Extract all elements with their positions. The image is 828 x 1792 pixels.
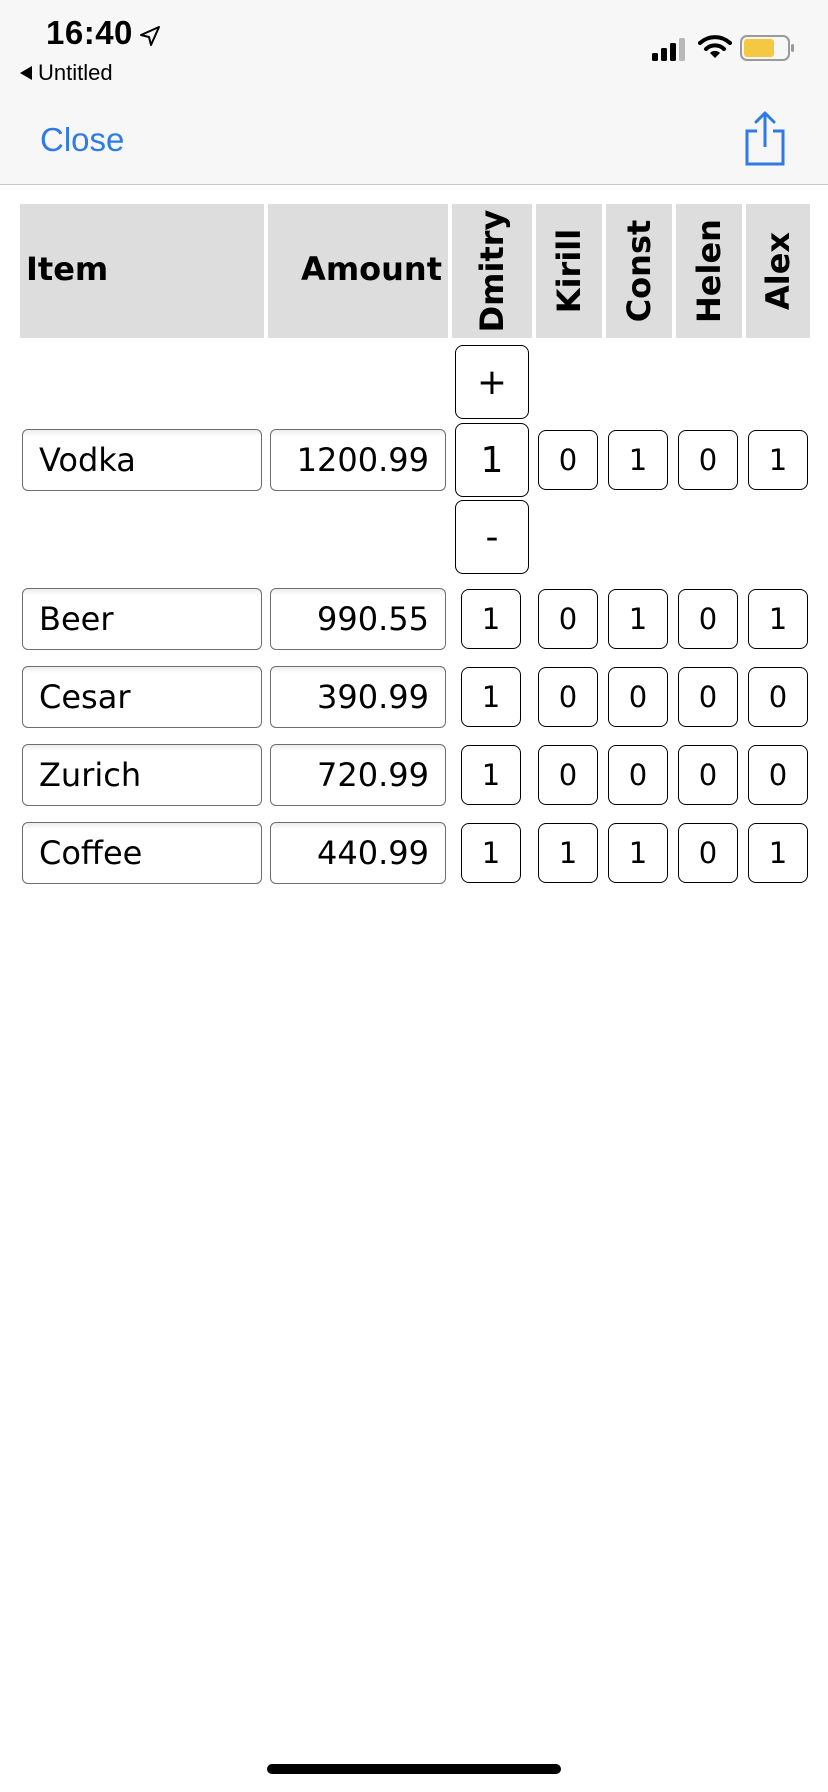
- header-item: Item: [20, 204, 264, 338]
- header-person-helen: Helen: [676, 204, 742, 338]
- share-count-input[interactable]: 1: [461, 589, 521, 649]
- location-arrow-icon: [140, 26, 160, 46]
- back-app-label: Untitled: [38, 60, 113, 85]
- share-count-input[interactable]: 1: [748, 823, 808, 883]
- share-count-input[interactable]: 1: [538, 823, 598, 883]
- cellular-signal-icon: [652, 38, 685, 61]
- share-count-input[interactable]: 1: [748, 430, 808, 490]
- amount-input[interactable]: 720.99: [270, 744, 446, 806]
- share-count-input[interactable]: 0: [608, 667, 668, 727]
- share-count-input[interactable]: 0: [678, 667, 738, 727]
- share-icon[interactable]: [740, 109, 790, 167]
- wifi-icon: [698, 35, 732, 58]
- share-count-input[interactable]: 0: [538, 430, 598, 490]
- header-person-label: Helen: [690, 219, 728, 323]
- page: 16:40 Untitled Close Item Amount Dmitry …: [0, 0, 828, 1792]
- back-to-app-link[interactable]: Untitled: [20, 60, 113, 86]
- amount-input[interactable]: 1200.99: [270, 429, 446, 491]
- share-count-input[interactable]: 0: [678, 823, 738, 883]
- share-count-input[interactable]: 1: [461, 823, 521, 883]
- share-count-input[interactable]: 0: [678, 745, 738, 805]
- share-count-input[interactable]: 0: [748, 745, 808, 805]
- share-count-input[interactable]: 0: [538, 589, 598, 649]
- header-person-label: Dmitry: [473, 209, 511, 333]
- battery-icon: [740, 35, 794, 61]
- nav-bar: Close: [0, 95, 828, 185]
- status-bar: 16:40 Untitled: [0, 0, 828, 95]
- header-person-const: Const: [606, 204, 672, 338]
- share-count-input[interactable]: 0: [608, 745, 668, 805]
- share-count-input[interactable]: 0: [678, 589, 738, 649]
- header-person-label: Alex: [759, 231, 797, 311]
- header-person-dmitry: Dmitry: [452, 204, 532, 338]
- share-count-input[interactable]: 0: [538, 745, 598, 805]
- amount-input[interactable]: 990.55: [270, 588, 446, 650]
- status-time: 16:40: [46, 14, 133, 51]
- item-name-input[interactable]: Coffee: [22, 822, 262, 884]
- item-name-input[interactable]: Beer: [22, 588, 262, 650]
- share-count-input[interactable]: 0: [678, 430, 738, 490]
- header-person-alex: Alex: [746, 204, 810, 338]
- share-count-input[interactable]: 1: [461, 667, 521, 727]
- header-person-label: Const: [620, 219, 658, 323]
- header-amount-label: Amount: [301, 250, 442, 288]
- share-count-input[interactable]: 0: [748, 667, 808, 727]
- item-name-input[interactable]: Cesar: [22, 666, 262, 728]
- item-name-input[interactable]: Zurich: [22, 744, 262, 806]
- share-count-input[interactable]: 1: [608, 823, 668, 883]
- header-amount: Amount: [268, 204, 448, 338]
- header-item-label: Item: [26, 250, 109, 288]
- amount-input[interactable]: 440.99: [270, 822, 446, 884]
- share-count-input[interactable]: 1: [608, 589, 668, 649]
- decrement-button[interactable]: -: [455, 500, 529, 574]
- share-count-input[interactable]: 1: [748, 589, 808, 649]
- back-triangle-icon: [20, 66, 32, 80]
- share-count-input[interactable]: 1: [455, 423, 529, 497]
- close-button[interactable]: Close: [40, 121, 124, 159]
- header-person-kirill: Kirill: [536, 204, 602, 338]
- item-name-input[interactable]: Vodka: [22, 429, 262, 491]
- share-count-input[interactable]: 1: [608, 430, 668, 490]
- share-count-input[interactable]: 0: [538, 667, 598, 727]
- amount-input[interactable]: 390.99: [270, 666, 446, 728]
- share-count-input[interactable]: 1: [461, 745, 521, 805]
- home-indicator[interactable]: [267, 1764, 561, 1774]
- increment-button[interactable]: +: [455, 345, 529, 419]
- header-person-label: Kirill: [550, 228, 588, 314]
